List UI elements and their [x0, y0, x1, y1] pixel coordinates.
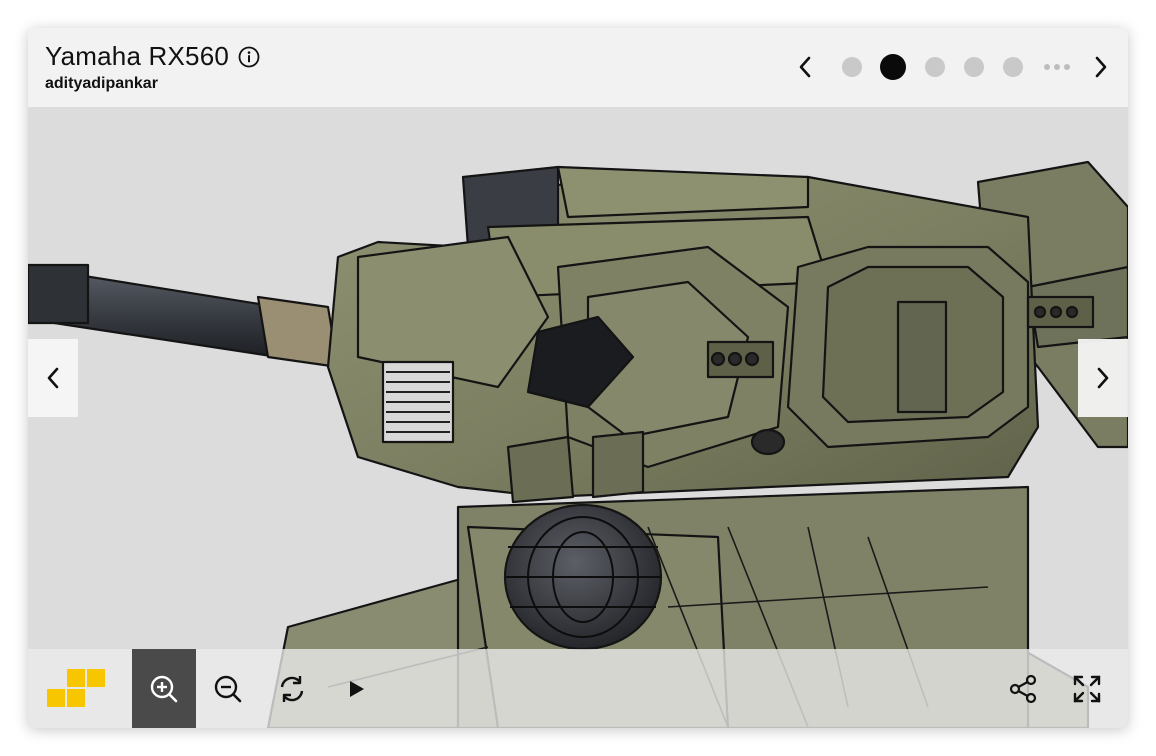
pager-dot-1[interactable]: [841, 57, 862, 77]
author-name[interactable]: adityadipankar: [45, 75, 158, 93]
zoom-in-button[interactable]: [132, 649, 196, 728]
viewer-next-button[interactable]: [1078, 339, 1128, 417]
more-horizontal-icon[interactable]: [1044, 64, 1070, 70]
viewer-prev-button[interactable]: [28, 339, 78, 417]
chevron-right-icon: [1097, 367, 1109, 389]
pager-dot-3[interactable]: [924, 57, 945, 77]
fullscreen-icon: [1073, 675, 1101, 702]
header: Yamaha RX560 adityadipankar: [28, 28, 1128, 107]
chevron-right-icon: [1095, 56, 1107, 78]
title-row: Yamaha RX560: [45, 41, 260, 72]
chevron-left-icon: [47, 367, 59, 389]
pager: [790, 52, 1116, 82]
model-viewport[interactable]: [28, 107, 1128, 728]
pager-dot-5[interactable]: [1002, 57, 1023, 77]
toolbar: [28, 649, 1128, 728]
share-icon: [1009, 674, 1037, 703]
play-button[interactable]: [324, 649, 388, 728]
share-button[interactable]: [991, 649, 1055, 728]
viewer-card: Yamaha RX560 adityadipankar: [28, 28, 1128, 728]
zoom-out-button[interactable]: [196, 649, 260, 728]
info-icon[interactable]: [238, 46, 260, 68]
pager-prev-button[interactable]: [790, 52, 820, 82]
play-icon: [350, 680, 364, 697]
rotate-icon: [280, 675, 304, 702]
brand-logo[interactable]: [47, 669, 107, 709]
fullscreen-button[interactable]: [1055, 649, 1119, 728]
pager-next-button[interactable]: [1086, 52, 1116, 82]
pager-dot-2[interactable]: [880, 54, 906, 80]
chevron-left-icon: [799, 56, 811, 78]
mech-turret-model: [28, 160, 1128, 728]
zoom-out-icon: [214, 675, 242, 702]
zoom-in-icon: [150, 675, 178, 702]
page-title: Yamaha RX560: [45, 41, 230, 71]
pager-dot-4[interactable]: [963, 57, 984, 77]
reset-rotation-button[interactable]: [260, 649, 324, 728]
